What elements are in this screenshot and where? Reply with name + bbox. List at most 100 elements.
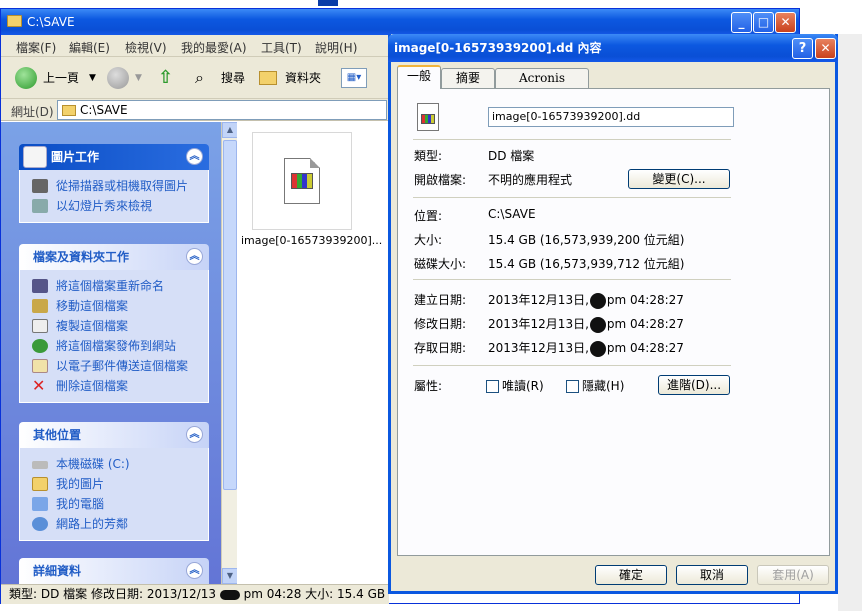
task-item[interactable]: 本機磁碟 (C:) bbox=[20, 454, 208, 474]
task-label: 以幻燈片秀來檢視 bbox=[56, 199, 153, 213]
status-bar: 類型: DD 檔案 修改日期: 2013/12/13 pm 04:28 大小: … bbox=[1, 584, 389, 604]
task-label: 以電子郵件傳送這個檔案 bbox=[56, 359, 189, 373]
apply-button[interactable]: 套用(A) bbox=[757, 565, 829, 585]
folder-icon bbox=[62, 105, 76, 116]
address-input[interactable]: C:\SAVE bbox=[57, 100, 387, 120]
panel-header[interactable]: 檔案及資料夾工作 ︽ bbox=[19, 244, 209, 270]
modified-date: 2013年12月13日, bbox=[488, 317, 589, 331]
panel-title: 圖片工作 bbox=[51, 150, 100, 164]
task-item[interactable]: 將這個檔案發佈到網站 bbox=[20, 336, 208, 356]
task-item[interactable]: 移動這個檔案 bbox=[20, 296, 208, 316]
scroll-up-icon[interactable]: ▲ bbox=[222, 122, 238, 138]
task-item[interactable]: 我的圖片 bbox=[20, 474, 208, 494]
window-title: C:\SAVE bbox=[27, 15, 75, 29]
file-name-label[interactable]: image[0-16573939200]... bbox=[241, 234, 382, 247]
minimize-button[interactable]: _ bbox=[731, 12, 752, 33]
close-button[interactable]: ✕ bbox=[775, 12, 796, 33]
task-item[interactable]: 複製這個檔案 bbox=[20, 316, 208, 336]
back-arrow-icon[interactable] bbox=[15, 67, 37, 89]
task-item[interactable]: 從掃描器或相機取得圖片 bbox=[20, 176, 208, 196]
created-label: 建立日期: bbox=[414, 293, 467, 307]
file-name-field[interactable]: image[0-16573939200].dd bbox=[488, 107, 734, 127]
task-item[interactable]: 我的電腦 bbox=[20, 494, 208, 514]
delete-icon: ✕ bbox=[32, 376, 46, 395]
email-icon bbox=[32, 359, 48, 373]
menu-tools[interactable]: 工具(T) bbox=[261, 39, 302, 56]
menu-help[interactable]: 說明(H) bbox=[315, 39, 357, 56]
dialog-title-bar[interactable]: image[0-16573939200].dd 內容 bbox=[388, 34, 838, 62]
task-item[interactable]: ✕ 刪除這個檔案 bbox=[20, 376, 208, 396]
collapse-icon[interactable]: ︽ bbox=[186, 148, 203, 165]
file-tasks-panel: 檔案及資料夾工作 ︽ 將這個檔案重新命名 移動這個檔案 複製這個檔案 將這個檔案… bbox=[19, 244, 209, 403]
menu-edit[interactable]: 編輯(E) bbox=[69, 39, 110, 56]
cancel-button[interactable]: 取消 bbox=[676, 565, 748, 585]
ok-button[interactable]: 確定 bbox=[595, 565, 667, 585]
accessed-label: 存取日期: bbox=[414, 341, 467, 355]
panel-body: 將這個檔案重新命名 移動這個檔案 複製這個檔案 將這個檔案發佈到網站 以電子郵件… bbox=[19, 270, 209, 403]
tab-summary[interactable]: 摘要 bbox=[441, 68, 495, 88]
address-label: 網址(D) bbox=[11, 105, 54, 119]
publish-icon bbox=[32, 339, 48, 353]
task-item[interactable]: 以幻燈片秀來檢視 bbox=[20, 196, 208, 216]
task-label: 移動這個檔案 bbox=[56, 299, 129, 313]
forward-dropdown-icon[interactable]: ▼ bbox=[135, 67, 142, 89]
network-icon bbox=[32, 517, 48, 531]
dialog-close-button[interactable]: ✕ bbox=[815, 38, 836, 59]
background-strip bbox=[0, 0, 862, 8]
task-item[interactable]: 網路上的芳鄰 bbox=[20, 514, 208, 534]
opens-with-value: 不明的應用程式 bbox=[488, 173, 573, 187]
forward-arrow-icon[interactable] bbox=[107, 67, 129, 89]
dd-file-icon bbox=[417, 103, 439, 131]
redaction-mark bbox=[589, 340, 606, 357]
collapse-icon[interactable]: ︽ bbox=[186, 426, 203, 443]
change-button[interactable]: 變更(C)... bbox=[628, 169, 730, 189]
hidden-checkbox[interactable]: 隱藏(H) bbox=[566, 377, 624, 394]
modified-time: pm 04:28:27 bbox=[606, 317, 684, 331]
created-date: 2013年12月13日, bbox=[488, 293, 589, 307]
divider bbox=[413, 139, 731, 140]
explorer-title-bar[interactable]: C:\SAVE _ □ ✕ bbox=[1, 9, 799, 35]
panel-header[interactable]: 其他位置 ︽ bbox=[19, 422, 209, 448]
location-label: 位置: bbox=[414, 209, 443, 223]
dialog-title: image[0-16573939200].dd 內容 bbox=[394, 41, 602, 55]
task-label: 我的圖片 bbox=[56, 477, 105, 491]
scroll-down-icon[interactable]: ▼ bbox=[222, 568, 238, 584]
task-label: 刪除這個檔案 bbox=[56, 379, 129, 393]
accessed-value: 2013年12月13日, pm 04:28:27 bbox=[488, 339, 684, 357]
advanced-button[interactable]: 進階(D)... bbox=[658, 375, 730, 395]
created-time: pm 04:28:27 bbox=[606, 293, 684, 307]
task-pane: 圖片工作 ︽ 從掃描器或相機取得圖片 以幻燈片秀來檢視 檔案及資料夾工作 ︽ 將… bbox=[1, 122, 221, 584]
panel-body: 從掃描器或相機取得圖片 以幻燈片秀來檢視 bbox=[19, 170, 209, 223]
picture-tasks-panel: 圖片工作 ︽ 從掃描器或相機取得圖片 以幻燈片秀來檢視 bbox=[19, 144, 209, 223]
tab-acronis-recovery[interactable]: Acronis Recovery bbox=[495, 68, 589, 103]
folders-button[interactable]: 資料夾 bbox=[285, 67, 321, 89]
search-button[interactable]: 搜尋 bbox=[221, 67, 245, 89]
panel-title: 檔案及資料夾工作 bbox=[33, 250, 130, 264]
maximize-button[interactable]: □ bbox=[753, 12, 774, 33]
menu-view[interactable]: 檢視(V) bbox=[125, 39, 167, 56]
redaction-mark bbox=[589, 292, 606, 309]
task-item[interactable]: 以電子郵件傳送這個檔案 bbox=[20, 356, 208, 376]
readonly-checkbox[interactable]: 唯讀(R) bbox=[486, 377, 544, 394]
dd-file-icon bbox=[284, 158, 320, 204]
scroll-thumb[interactable] bbox=[223, 140, 237, 490]
panel-header[interactable]: 圖片工作 ︽ bbox=[19, 144, 209, 170]
collapse-icon[interactable]: ︽ bbox=[186, 248, 203, 265]
back-dropdown-icon[interactable]: ▼ bbox=[89, 67, 96, 89]
accessed-date: 2013年12月13日, bbox=[488, 341, 589, 355]
menu-favorites[interactable]: 我的最愛(A) bbox=[181, 39, 247, 56]
task-item[interactable]: 將這個檔案重新命名 bbox=[20, 276, 208, 296]
file-thumbnail[interactable] bbox=[252, 132, 352, 230]
help-button[interactable]: ? bbox=[792, 38, 813, 59]
up-folder-icon[interactable]: ⇧ bbox=[158, 67, 173, 89]
checkbox-box[interactable] bbox=[486, 380, 499, 393]
expand-icon[interactable]: ︽ bbox=[186, 562, 203, 579]
tab-general[interactable]: 一般 bbox=[397, 65, 441, 89]
views-icon[interactable]: ▦▾ bbox=[341, 68, 367, 88]
panel-header[interactable]: 詳細資料 ︽ bbox=[19, 558, 209, 584]
disk-size-value: 15.4 GB (16,573,939,712 位元組) bbox=[488, 257, 685, 271]
menu-file[interactable]: 檔案(F) bbox=[16, 39, 56, 56]
checkbox-box[interactable] bbox=[566, 380, 579, 393]
back-button[interactable]: 上一頁 bbox=[43, 67, 79, 89]
vertical-scrollbar[interactable]: ▲ ▼ bbox=[221, 122, 238, 584]
